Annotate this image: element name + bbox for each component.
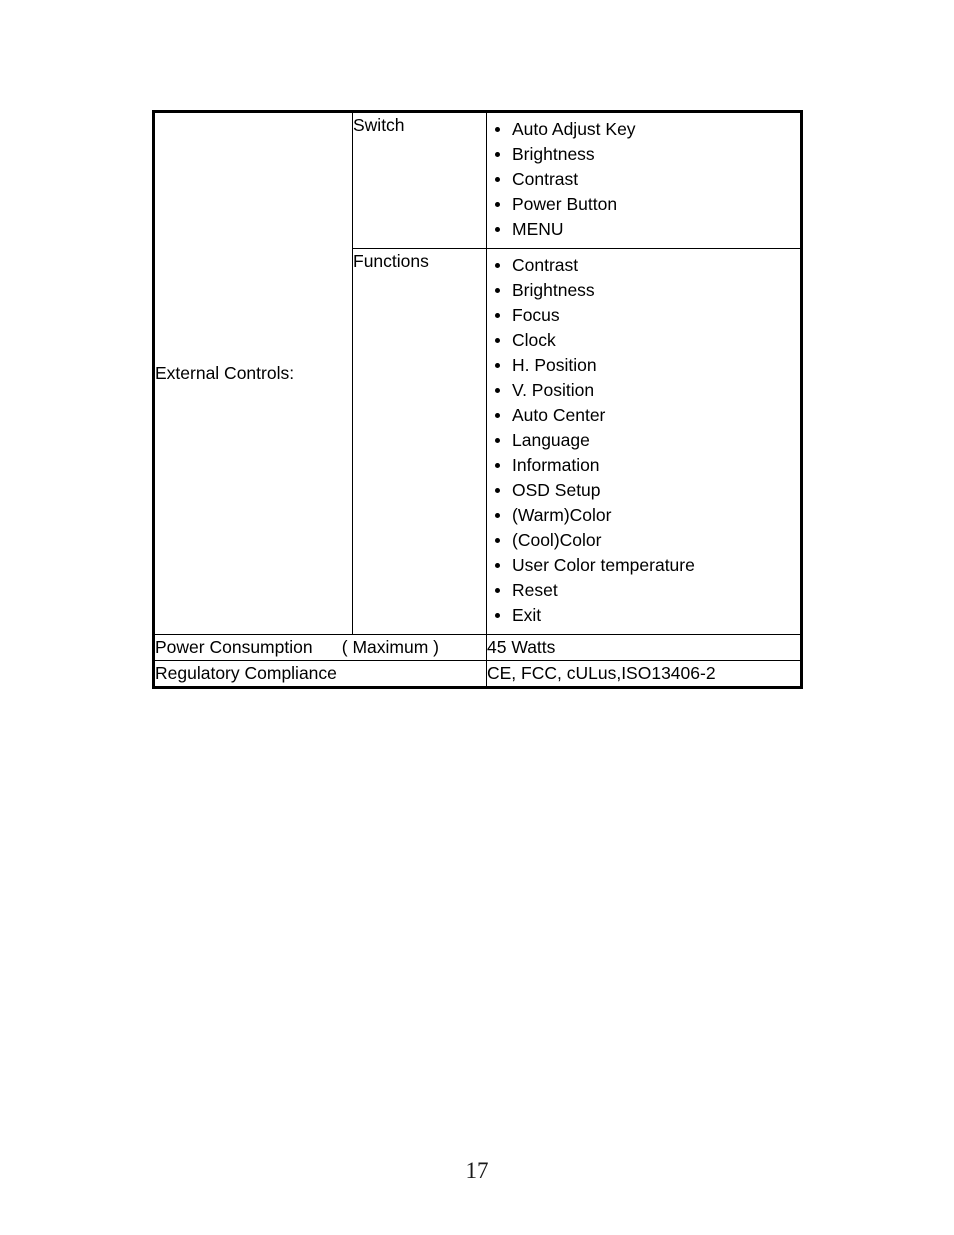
switch-item-list: Auto Adjust Key Brightness Contrast Powe… xyxy=(487,113,800,248)
page-number: 17 xyxy=(465,1158,489,1183)
table-row-power-consumption: Power Consumption ( Maximum ) 45 Watts xyxy=(153,634,802,661)
functions-items-cell: Contrast Brightness Focus Clock H. Posit… xyxy=(486,248,802,635)
list-item: (Cool)Color xyxy=(487,528,800,553)
table-row-switch: External Controls: Switch Auto Adjust Ke… xyxy=(153,111,802,635)
list-item: Auto Center xyxy=(487,403,800,428)
power-consumption-label: Power Consumption ( Maximum ) xyxy=(153,634,487,661)
list-item: Contrast xyxy=(487,167,800,192)
list-item: Information xyxy=(487,453,800,478)
list-item: V. Position xyxy=(487,378,800,403)
list-item: MENU xyxy=(487,217,800,242)
functions-sublabel: Functions xyxy=(352,248,487,635)
list-item: Clock xyxy=(487,328,800,353)
list-item: Reset xyxy=(487,578,800,603)
list-item: Brightness xyxy=(487,278,800,303)
switch-sublabel: Switch xyxy=(352,111,487,249)
list-item: (Warm)Color xyxy=(487,503,800,528)
switch-items-cell: Auto Adjust Key Brightness Contrast Powe… xyxy=(486,111,802,249)
list-item: Language xyxy=(487,428,800,453)
list-item: Brightness xyxy=(487,142,800,167)
specification-table: External Controls: Switch Auto Adjust Ke… xyxy=(152,110,803,689)
functions-item-list: Contrast Brightness Focus Clock H. Posit… xyxy=(487,249,800,634)
list-item: Exit xyxy=(487,603,800,628)
power-consumption-label-text: Power Consumption ( Maximum ) xyxy=(155,637,439,657)
regulatory-compliance-label: Regulatory Compliance xyxy=(153,660,487,688)
table-row-regulatory-compliance: Regulatory Compliance CE, FCC, cULus,ISO… xyxy=(153,660,802,688)
power-consumption-value: 45 Watts xyxy=(486,634,802,661)
regulatory-compliance-value: CE, FCC, cULus,ISO13406-2 xyxy=(486,660,802,688)
list-item: User Color temperature xyxy=(487,553,800,578)
list-item: Contrast xyxy=(487,253,800,278)
list-item: Power Button xyxy=(487,192,800,217)
external-controls-label: External Controls: xyxy=(153,111,353,635)
list-item: Focus xyxy=(487,303,800,328)
specification-table-container: External Controls: Switch Auto Adjust Ke… xyxy=(152,110,803,689)
list-item: OSD Setup xyxy=(487,478,800,503)
list-item: Auto Adjust Key xyxy=(487,117,800,142)
list-item: H. Position xyxy=(487,353,800,378)
